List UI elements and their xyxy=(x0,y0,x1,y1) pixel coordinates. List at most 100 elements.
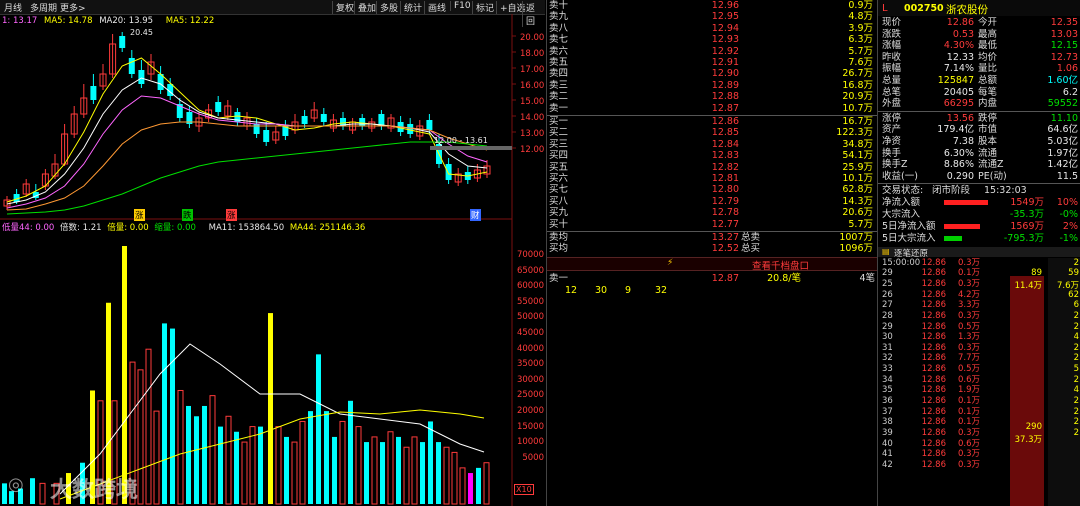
kline-chart-area[interactable]: 1: 13.17 MA5: 14.78 MA20: 13.95 MA5: 12.… xyxy=(0,14,545,506)
bid-label: 买三 xyxy=(549,138,569,150)
bid-label: 买一 xyxy=(549,116,569,127)
stats-button[interactable]: 统计 xyxy=(400,1,425,14)
tick-volume: 0.3万 xyxy=(957,428,980,438)
volume-bar xyxy=(241,441,248,505)
ask-price: 12.96 xyxy=(711,0,739,11)
quote-label: 振幅 xyxy=(882,63,902,75)
bid-row[interactable]: 买十 12.77 5.7万 xyxy=(547,219,877,230)
tick-time: 26 xyxy=(882,289,893,300)
fund-value: 7.38 xyxy=(952,136,974,147)
candle-body xyxy=(263,130,270,142)
ask-row[interactable]: 卖五 12.91 7.6万 xyxy=(547,57,877,68)
avg-tag: 总买 xyxy=(741,243,761,255)
quote-label: 昨收 xyxy=(882,51,902,63)
tick-price: 12.86 xyxy=(921,257,946,268)
avg-bid-row: 买均 12.52 总买 1096万 xyxy=(547,243,877,254)
bid-row[interactable]: 买六 12.81 10.1万 xyxy=(547,173,877,184)
fund-label: PE(动) xyxy=(978,170,1007,182)
avg-volume: 1007万 xyxy=(839,232,873,243)
volume-legend: 低量44: 0.00 倍数: 1.21 倍量: 0.00 缩量: 0.00 MA… xyxy=(2,221,365,233)
depth-header[interactable]: 查看千档盘口 ⚡ xyxy=(547,256,877,272)
ask-row[interactable]: 卖六 12.92 5.7万 xyxy=(547,46,877,57)
tick-volume: 0.5万 xyxy=(957,364,980,375)
ask-row[interactable]: 卖四 12.90 26.7万 xyxy=(547,68,877,79)
ask-row[interactable]: 卖十 12.96 0.9万 xyxy=(547,0,877,11)
stock-flag: L xyxy=(882,3,888,14)
ma10-line xyxy=(6,77,488,205)
ask-price: 12.94 xyxy=(711,22,739,34)
quote-row: 现价 12.86 今开 12.35 xyxy=(878,17,1080,29)
info-separator xyxy=(878,110,1080,112)
f10-button[interactable]: F10 xyxy=(450,1,474,11)
tick-row: 31 12.86 0.3万 xyxy=(878,343,1008,354)
bid-row[interactable]: 买九 12.78 20.6万 xyxy=(547,207,877,218)
bid-row[interactable]: 买七 12.80 62.8万 xyxy=(547,184,877,195)
bid-row[interactable]: 买八 12.79 14.3万 xyxy=(547,196,877,207)
volume-tick: 20000 xyxy=(516,405,544,416)
quote-value: 12.35 xyxy=(1050,17,1078,28)
volume-bar xyxy=(387,431,394,505)
tick-price: 12.86 xyxy=(921,428,946,438)
quote-label: 涨跌 xyxy=(882,28,902,40)
tick-volume: 0.1万 xyxy=(957,406,980,417)
volume-tick: 60000 xyxy=(516,281,544,292)
ask-volume: 0.9万 xyxy=(848,0,873,11)
avg-price: 12.52 xyxy=(711,243,739,255)
ask-price: 12.95 xyxy=(711,11,739,23)
bid-volume: 16.7万 xyxy=(842,116,873,127)
ticks-header: ▤ 逐笔还原 xyxy=(878,246,1080,259)
tick-row: 15:00:00 12.86 0.3万 xyxy=(878,258,1008,269)
ask-row[interactable]: 卖一 12.87 10.7万 xyxy=(547,103,877,114)
tick-price: 12.86 xyxy=(921,289,946,300)
bid-row[interactable]: 买四 12.83 54.1万 xyxy=(547,150,877,161)
tick-list-icon: ▤ xyxy=(882,246,890,256)
draw-line-button[interactable]: 画线 xyxy=(424,1,449,14)
tick-far-value: 2 xyxy=(1073,417,1079,428)
fund-value: 13.56 xyxy=(946,112,974,124)
ask-row[interactable]: 卖三 12.89 16.8万 xyxy=(547,80,877,91)
bid-label: 买六 xyxy=(549,173,569,184)
bid-volume: 14.3万 xyxy=(842,195,873,207)
flow-value: 1549万 xyxy=(1010,197,1044,209)
quote-label: 今开 xyxy=(978,17,998,28)
bid-price: 12.86 xyxy=(711,116,739,127)
multi-period-button[interactable]: 多周期 xyxy=(30,1,57,14)
bid-price: 12.80 xyxy=(711,184,739,196)
more-button[interactable]: 更多> xyxy=(60,1,86,14)
fund-value: 8.86% xyxy=(943,159,974,171)
quote-value: 4.30% xyxy=(943,40,974,52)
ask-row[interactable]: 卖九 12.95 4.8万 xyxy=(547,11,877,22)
ask-label: 卖七 xyxy=(549,34,569,46)
quote-label: 现价 xyxy=(882,17,902,28)
tick-far-value: 59 xyxy=(1068,268,1079,279)
multi-stock-button[interactable]: 多股 xyxy=(376,1,401,14)
volume-tick: 25000 xyxy=(516,390,544,401)
ask-row[interactable]: 卖八 12.94 3.9万 xyxy=(547,23,877,34)
ask-volume: 20.9万 xyxy=(842,91,873,103)
tick-time: 33 xyxy=(882,364,893,375)
bid-row[interactable]: 买三 12.84 34.8万 xyxy=(547,139,877,150)
tick-time: 15:00:00 xyxy=(882,257,921,268)
flow-row: 5日净流入额 1569万 2% xyxy=(878,221,1080,233)
tick-volume: 1.9万 xyxy=(957,385,980,396)
candle-body xyxy=(119,36,126,48)
ask-volume: 7.6万 xyxy=(848,57,873,68)
fund-label: 市值 xyxy=(978,124,998,136)
tick-far-value: 2 xyxy=(1073,257,1079,268)
period-monthly[interactable]: 月线 xyxy=(4,1,22,14)
ask-row[interactable]: 卖二 12.88 20.9万 xyxy=(547,91,877,102)
bid-volume: 25.9万 xyxy=(842,161,873,173)
quote-value: 7.14% xyxy=(943,63,974,75)
bid-row[interactable]: 买一 12.86 16.7万 xyxy=(547,116,877,127)
bid-row[interactable]: 买五 12.82 25.9万 xyxy=(547,162,877,173)
bid-row[interactable]: 买二 12.85 122.3万 xyxy=(547,127,877,138)
trade-status-time: 15:32:03 xyxy=(984,185,1027,197)
fund-value: 1.42亿 xyxy=(1047,159,1078,171)
price-tick: 18.00 xyxy=(520,49,545,59)
queue-value: 12 xyxy=(565,284,578,296)
mark-button[interactable]: 标记 xyxy=(472,1,497,14)
ask-row[interactable]: 卖七 12.93 6.3万 xyxy=(547,34,877,45)
quote-value: 12.15 xyxy=(1050,40,1078,52)
quote-label: 量比 xyxy=(978,63,998,75)
quote-row: 振幅 7.14% 量比 1.06 xyxy=(878,63,1080,75)
